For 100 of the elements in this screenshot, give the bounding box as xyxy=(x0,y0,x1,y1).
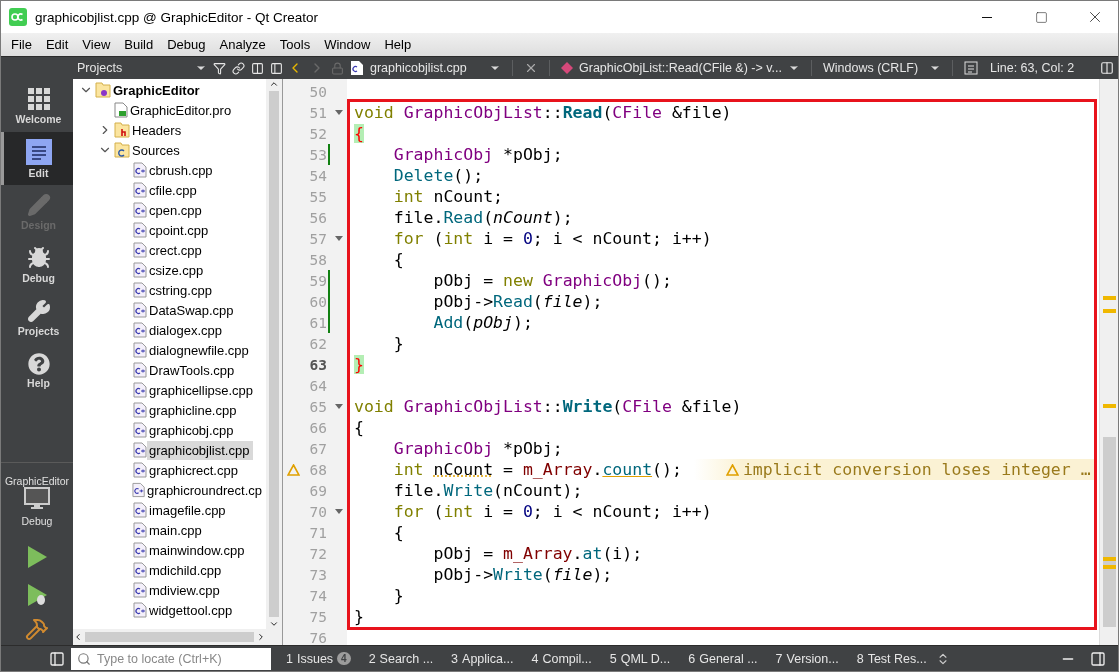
tree-item[interactable]: graphicobj.cpp xyxy=(147,420,238,440)
folder-icon xyxy=(114,122,130,138)
mode-tab[interactable]: Projects xyxy=(1,291,73,344)
fold-arrow-icon[interactable] xyxy=(334,509,343,514)
tree-item[interactable]: cbrush.cpp xyxy=(147,160,217,180)
tree-item[interactable]: cpen.cpp xyxy=(147,200,206,220)
menu-item[interactable]: Tools xyxy=(272,37,318,52)
tree-item[interactable]: widgettool.cpp xyxy=(147,600,237,620)
tree-item[interactable]: DrawTools.cpp xyxy=(147,360,239,380)
mode-tab[interactable]: Debug xyxy=(1,238,73,291)
tree-item[interactable]: graphicline.cpp xyxy=(147,400,241,420)
sidebar-toggle-icon[interactable] xyxy=(49,650,65,667)
menu-item[interactable]: View xyxy=(75,37,118,52)
open-file-name[interactable]: graphicobjlist.cpp xyxy=(370,61,484,75)
tree-item[interactable]: DataSwap.cpp xyxy=(147,300,238,320)
right-sidebar-icon[interactable] xyxy=(1090,650,1106,667)
menu-item[interactable]: Window xyxy=(317,37,378,52)
tree-item[interactable]: Headers xyxy=(130,120,186,140)
code-line: } xyxy=(354,607,364,626)
file-icon xyxy=(133,522,147,538)
window-title: graphicobjlist.cpp @ GraphicEditor - Qt Creator xyxy=(35,9,320,25)
tree-item[interactable]: csize.cpp xyxy=(147,260,208,280)
scrollbar[interactable] xyxy=(1099,79,1118,645)
file-icon xyxy=(131,482,146,498)
fold-arrow-icon[interactable] xyxy=(334,404,343,409)
hammer-icon[interactable] xyxy=(25,617,49,641)
menu-item[interactable]: Analyze xyxy=(212,37,273,52)
file-icon xyxy=(133,302,147,318)
output-pane-tab[interactable]: 7 Version... xyxy=(766,651,848,666)
menu-item[interactable]: File xyxy=(4,37,39,52)
mode-tab[interactable]: Help xyxy=(1,344,73,397)
output-pane-tab[interactable]: 3 Applica... xyxy=(442,651,523,666)
tree-item[interactable]: mdiview.cpp xyxy=(147,580,224,600)
run-icon[interactable] xyxy=(26,545,48,569)
output-pane-tab[interactable]: 2 Search ... xyxy=(359,651,443,666)
cursor-position[interactable]: Line: 63, Col: 2 xyxy=(984,61,1094,75)
tree-item[interactable]: graphicrect.cpp xyxy=(147,460,242,480)
mode-tab[interactable]: Welcome xyxy=(1,79,73,132)
line-number: 74 xyxy=(308,587,327,604)
project-label: GraphicEditor xyxy=(4,475,70,487)
menu-item[interactable]: Edit xyxy=(38,37,76,52)
scrollbar[interactable] xyxy=(266,79,282,629)
maximize-icon xyxy=(1034,10,1048,24)
tree-item[interactable]: imagefile.cpp xyxy=(147,500,230,520)
fold-arrow-icon[interactable] xyxy=(334,236,343,241)
tree-item[interactable]: Sources xyxy=(130,140,184,160)
tree-item[interactable]: graphicellipse.cpp xyxy=(147,380,258,400)
file-icon xyxy=(114,102,128,118)
tree-item[interactable]: mainwindow.cpp xyxy=(147,540,249,560)
tree-item[interactable]: graphicobjlist.cpp xyxy=(147,440,254,460)
locator-field[interactable]: Type to locate (Ctrl+K) xyxy=(71,647,271,670)
tree-item[interactable]: crect.cpp xyxy=(147,240,206,260)
output-pane-tab[interactable]: 1 Issues 4 xyxy=(277,651,360,666)
tree-item[interactable]: graphicroundrect.cp xyxy=(145,480,266,500)
tree-item[interactable]: main.cpp xyxy=(147,520,206,540)
file-icon xyxy=(133,242,147,258)
file-icon xyxy=(133,502,147,518)
code-line: GraphicObj *pObj; xyxy=(392,439,563,458)
tree-item[interactable]: dialogex.cpp xyxy=(147,320,226,340)
debug-run-icon[interactable] xyxy=(26,583,48,607)
mode-tab[interactable]: Edit xyxy=(1,132,73,185)
monitor-icon[interactable] xyxy=(24,487,50,511)
line-number: 54 xyxy=(308,167,327,184)
code-line: void GraphicObjList::Read(CFile &file) xyxy=(354,103,732,122)
code-line: int nCount; xyxy=(392,187,504,206)
line-number: 50 xyxy=(308,83,327,100)
line-number: 60 xyxy=(308,293,327,310)
warning-icon xyxy=(287,463,300,476)
file-icon xyxy=(133,362,147,378)
split-icon[interactable] xyxy=(251,61,264,75)
code-line: Delete(); xyxy=(392,166,484,185)
tree-item[interactable]: mdichild.cpp xyxy=(147,560,226,580)
menu-item[interactable]: Debug xyxy=(160,37,213,52)
symbol-selector[interactable]: GraphicObjList::Read(CFile &) -> v... xyxy=(579,61,782,75)
line-number: 70 xyxy=(308,503,327,520)
fold-arrow-icon[interactable] xyxy=(334,110,343,115)
menu-item[interactable]: Help xyxy=(377,37,419,52)
tree-item[interactable]: GraphicEditor.pro xyxy=(128,100,236,120)
scrollbar[interactable] xyxy=(73,629,282,645)
menu-item[interactable]: Build xyxy=(117,37,161,52)
output-pane-tab[interactable]: 6 General ... xyxy=(679,651,767,666)
tree-item[interactable]: cstring.cpp xyxy=(147,280,216,300)
file-icon xyxy=(133,262,147,278)
document-icon xyxy=(25,138,52,165)
file-icon xyxy=(133,322,147,338)
link-icon[interactable] xyxy=(232,61,245,75)
line-endings-selector[interactable]: Windows (CRLF) xyxy=(823,61,923,75)
file-icon xyxy=(133,222,147,238)
tree-item[interactable]: cpoint.cpp xyxy=(147,220,213,240)
tree-item[interactable]: GraphicEditor xyxy=(111,80,204,100)
tree-item[interactable]: dialognewfile.cpp xyxy=(147,340,253,360)
line-number: 67 xyxy=(308,440,327,457)
filter-icon[interactable] xyxy=(213,61,226,75)
close-pane-icon[interactable] xyxy=(270,61,283,75)
output-pane-tab[interactable]: 8 Test Res... xyxy=(847,651,936,666)
split-icon[interactable] xyxy=(1100,61,1114,75)
line-number: 62 xyxy=(308,335,327,352)
output-pane-tab[interactable]: 4 Compil... xyxy=(522,651,601,666)
output-pane-tab[interactable]: 5 QML D... xyxy=(600,651,680,666)
tree-item[interactable]: cfile.cpp xyxy=(147,180,201,200)
